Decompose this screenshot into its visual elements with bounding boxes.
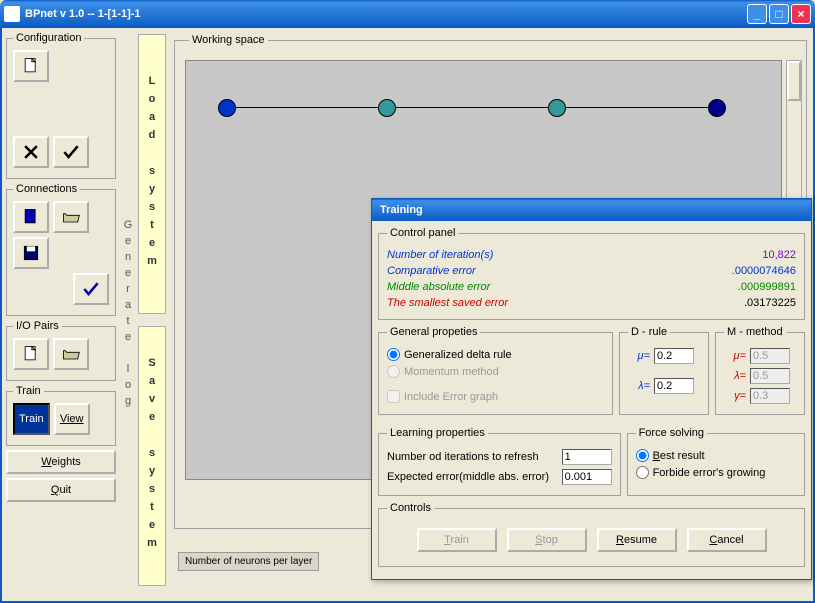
node-3[interactable] [548,99,566,117]
d-mu-input[interactable] [654,348,694,364]
minimize-button[interactable]: _ [747,4,767,24]
open-io-button[interactable] [53,338,89,370]
left-panel: Configuration Connections [2,28,120,601]
new-conn-button[interactable] [13,201,49,233]
dlg-resume-button[interactable]: Resume [597,528,677,552]
dlg-train-button: Train [417,528,497,552]
dlg-stop-button: Stop [507,528,587,552]
save-conn-button[interactable] [13,237,49,269]
small-value: .03173225 [744,297,796,309]
delta-rule-radio[interactable] [387,348,400,361]
train-group: Train Train View [6,385,116,446]
controls-group: Controls Train Stop Resume Cancel [378,502,805,567]
mid-label: Middle absolute error [387,281,490,293]
control-panel-group: Control panel Number of iteration(s)10,8… [378,227,805,320]
m-lambda-input [750,368,790,384]
dialog-title: Training [372,199,811,221]
d-lambda-input[interactable] [654,378,694,394]
comp-value: .0000074646 [732,265,796,277]
forbid-error-radio[interactable] [636,466,649,479]
cancel-config-button[interactable] [13,136,49,168]
momentum-radio [387,365,400,378]
save-system-strip[interactable]: Save system [138,326,166,586]
app-icon [4,6,20,22]
error-graph-check [387,390,400,403]
general-properties-group: General propeties Generalized delta rule… [378,326,613,415]
config-group: Configuration [6,32,116,179]
force-solving-group: Force solving Best result Forbide error'… [627,427,805,496]
new-io-button[interactable] [13,338,49,370]
best-result-radio[interactable] [636,449,649,462]
connections-group: Connections [6,183,116,316]
ok-conn-button[interactable] [73,273,109,305]
ok-config-button[interactable] [53,136,89,168]
training-dialog: Training Control panel Number of iterati… [371,198,812,580]
d-rule-group: D - rule μ= λ= [619,326,709,415]
m-gamma-input [750,388,790,404]
small-label: The smallest saved error [387,297,508,309]
expected-error-input[interactable] [562,469,612,485]
generate-log-strip: Generate log [120,28,136,601]
maximize-button[interactable]: □ [769,4,789,24]
train-button[interactable]: Train [13,403,50,435]
m-method-group: M - method μ= λ= γ= [715,326,805,415]
open-conn-button[interactable] [53,201,89,233]
bottom-tab[interactable]: Number of neurons per layer [178,552,319,571]
learning-properties-group: Learning properties Number od iterations… [378,427,621,496]
m-mu-input [750,348,790,364]
quit-button[interactable]: Quit [6,478,116,502]
load-system-strip[interactable]: Load system [138,34,166,314]
iter-label: Number of iteration(s) [387,249,493,261]
iter-value: 10,822 [762,249,796,261]
new-config-button[interactable] [13,50,49,82]
node-4[interactable] [708,99,726,117]
dlg-cancel-button[interactable]: Cancel [687,528,767,552]
refresh-iter-input[interactable] [562,449,612,465]
mid-value: .000999891 [738,281,796,293]
node-1[interactable] [218,99,236,117]
window-title: BPnet v 1.0 -- 1-[1-1]-1 [25,8,747,20]
close-button[interactable]: × [791,4,811,24]
edge [226,107,716,108]
io-pairs-group: I/O Pairs [6,320,116,381]
weights-button[interactable]: Weights [6,450,116,474]
main-titlebar: BPnet v 1.0 -- 1-[1-1]-1 _ □ × [0,0,815,28]
node-2[interactable] [378,99,396,117]
view-button[interactable]: View [54,403,90,435]
comp-label: Comparative error [387,265,476,277]
